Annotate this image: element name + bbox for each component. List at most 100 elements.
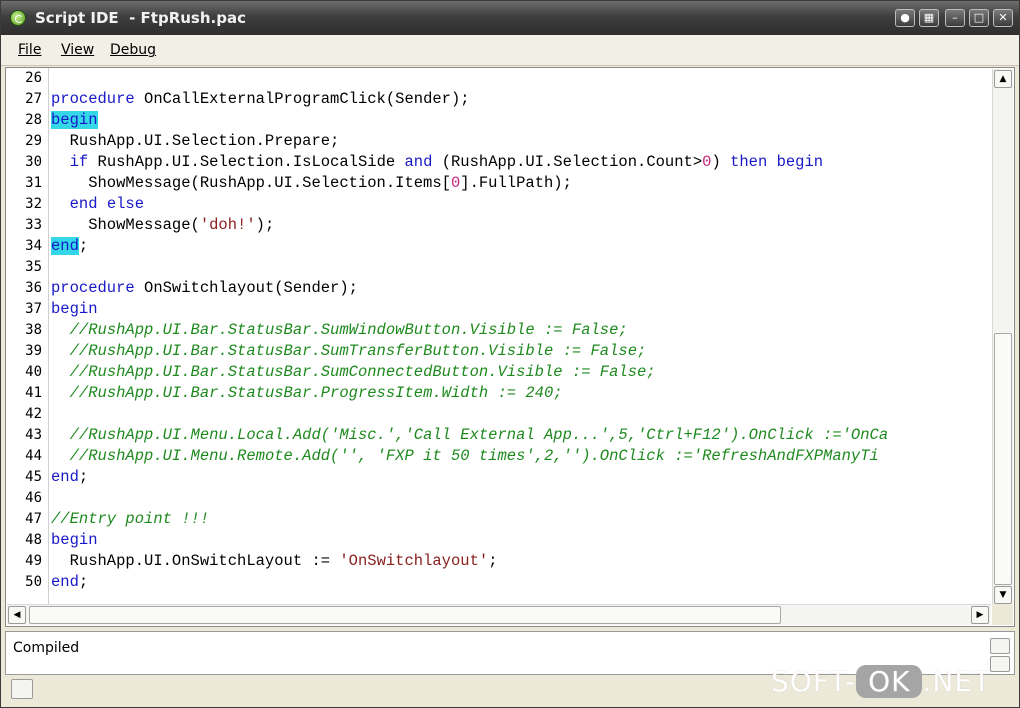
code-token: ShowMessage( (51, 216, 200, 234)
code-editor[interactable]: 26 27 28 29 30 31 32 33 34 35 36 37 38 39 40 41 42 43 44 45… (5, 67, 1015, 627)
code-line[interactable]: ShowMessage('doh!'); (51, 216, 274, 234)
close-button[interactable]: ✕ (993, 9, 1013, 27)
line-number: 26 (25, 70, 42, 86)
line-number: 37 (25, 301, 42, 317)
output-scroll-down-icon[interactable] (990, 656, 1010, 672)
code-token: end else (69, 195, 145, 213)
line-number: 30 (25, 154, 42, 170)
code-token: ; (78, 468, 89, 486)
code-token: end (51, 237, 79, 255)
code-token: RushApp.UI.Selection.IsLocalSide (88, 153, 405, 171)
minimize-button[interactable]: – (945, 9, 965, 27)
watermark: SOFT- OK .NET (771, 665, 991, 698)
code-token: //RushApp.UI.Bar.StatusBar.ProgressItem.… (69, 384, 563, 402)
watermark-ok: OK (856, 665, 923, 698)
code-line[interactable]: //RushApp.UI.Menu.Remote.Add('', 'FXP it… (51, 447, 879, 465)
code-token: ; (78, 573, 89, 591)
app-icon (10, 10, 26, 26)
code-token: RushApp.UI.Selection.Prepare; (51, 132, 340, 150)
code-token: if (69, 153, 89, 171)
output-scroll-up-icon[interactable] (990, 638, 1010, 654)
code-line[interactable]: procedure OnCallExternalProgramClick(Sen… (51, 90, 470, 108)
code-area[interactable]: procedure OnCallExternalProgramClick(Sen… (51, 68, 991, 608)
title-bar[interactable]: Script IDE - FtpRush.pac ● ▦ – □ ✕ (1, 1, 1019, 35)
menu-view[interactable]: View (61, 42, 94, 58)
menu-debug[interactable]: Debug (110, 42, 156, 58)
watermark-left: SOFT- (771, 665, 857, 698)
horizontal-scroll-thumb[interactable] (29, 606, 781, 624)
line-number: 33 (25, 217, 42, 233)
code-token: OnCallExternalProgramClick(Sender); (134, 90, 470, 108)
code-token: ; (488, 552, 498, 570)
vertical-scroll-thumb[interactable] (994, 333, 1012, 585)
line-number: 28 (25, 112, 42, 128)
menu-file[interactable]: File (18, 42, 41, 58)
code-token: //Entry point !!! (51, 510, 210, 528)
line-number: 46 (25, 490, 42, 506)
restore-layout-icon[interactable]: ▦ (919, 9, 939, 27)
code-line[interactable]: begin (51, 111, 98, 129)
line-number: 43 (25, 427, 42, 443)
code-line[interactable]: end; (51, 237, 88, 255)
script-ide-window: Script IDE - FtpRush.pac ● ▦ – □ ✕ File … (0, 0, 1020, 708)
code-line[interactable]: //RushApp.UI.Bar.StatusBar.SumConnectedB… (51, 363, 656, 381)
maximize-button[interactable]: □ (969, 9, 989, 27)
code-token: (RushApp.UI.Selection.Count> (432, 153, 703, 171)
watermark-right: .NET (922, 665, 992, 698)
scroll-down-icon[interactable]: ▼ (994, 586, 1012, 604)
code-line[interactable]: end else (51, 195, 144, 213)
scroll-left-icon[interactable]: ◀ (8, 606, 26, 624)
code-token: 'doh!' (199, 216, 256, 234)
line-number: 35 (25, 259, 42, 275)
line-number: 38 (25, 322, 42, 338)
code-token: end (51, 468, 79, 486)
pin-icon[interactable]: ● (895, 9, 915, 27)
line-number: 47 (25, 511, 42, 527)
scroll-right-icon[interactable]: ▶ (971, 606, 989, 624)
line-number: 40 (25, 364, 42, 380)
line-number: 27 (25, 91, 42, 107)
code-line[interactable]: end; (51, 468, 88, 486)
scroll-up-icon[interactable]: ▲ (994, 70, 1012, 88)
code-line[interactable]: //RushApp.UI.Menu.Local.Add('Misc.','Cal… (51, 426, 889, 444)
code-line[interactable]: procedure OnSwitchlayout(Sender); (51, 279, 358, 297)
code-token: //RushApp.UI.Bar.StatusBar.SumWindowButt… (69, 321, 628, 339)
horizontal-scrollbar[interactable]: ◀ ▶ (7, 604, 991, 625)
line-number: 36 (25, 280, 42, 296)
code-line[interactable]: RushApp.UI.OnSwitchLayout := 'OnSwitchla… (51, 552, 498, 570)
line-number: 50 (25, 574, 42, 590)
code-line[interactable]: //Entry point !!! (51, 510, 209, 528)
code-token: procedure (51, 279, 135, 297)
output-message: Compiled (13, 640, 80, 656)
code-line[interactable]: //RushApp.UI.Bar.StatusBar.ProgressItem.… (51, 384, 563, 402)
line-number: 39 (25, 343, 42, 359)
code-token: ; (78, 237, 89, 255)
code-line[interactable]: if RushApp.UI.Selection.IsLocalSide and … (51, 153, 823, 171)
vertical-scrollbar[interactable]: ▲ ▼ (992, 69, 1013, 605)
code-token: //RushApp.UI.Bar.StatusBar.SumTransferBu… (69, 342, 647, 360)
code-line[interactable]: begin (51, 300, 98, 318)
code-token: RushApp.UI.OnSwitchLayout := (51, 552, 340, 570)
code-line[interactable]: end; (51, 573, 88, 591)
code-line[interactable]: //RushApp.UI.Bar.StatusBar.SumTransferBu… (51, 342, 647, 360)
code-token: begin (51, 300, 98, 318)
code-line[interactable]: begin (51, 531, 98, 549)
line-number-gutter: 26 27 28 29 30 31 32 33 34 35 36 37 38 39 40 41 42 43 44 45… (6, 68, 49, 608)
code-token: 'OnSwitchlayout' (339, 552, 489, 570)
code-line[interactable]: ShowMessage(RushApp.UI.Selection.Items[0… (51, 174, 572, 192)
code-line[interactable]: //RushApp.UI.Bar.StatusBar.SumWindowButt… (51, 321, 628, 339)
line-number: 41 (25, 385, 42, 401)
line-number: 49 (25, 553, 42, 569)
window-title: Script IDE - FtpRush.pac (35, 9, 246, 27)
code-line[interactable]: RushApp.UI.Selection.Prepare; (51, 132, 340, 150)
line-number: 34 (25, 238, 42, 254)
code-token: ShowMessage(RushApp.UI.Selection.Items[ (51, 174, 451, 192)
code-token: //RushApp.UI.Menu.Remote.Add('', 'FXP it… (69, 447, 879, 465)
status-indicator (11, 679, 33, 699)
line-number: 29 (25, 133, 42, 149)
